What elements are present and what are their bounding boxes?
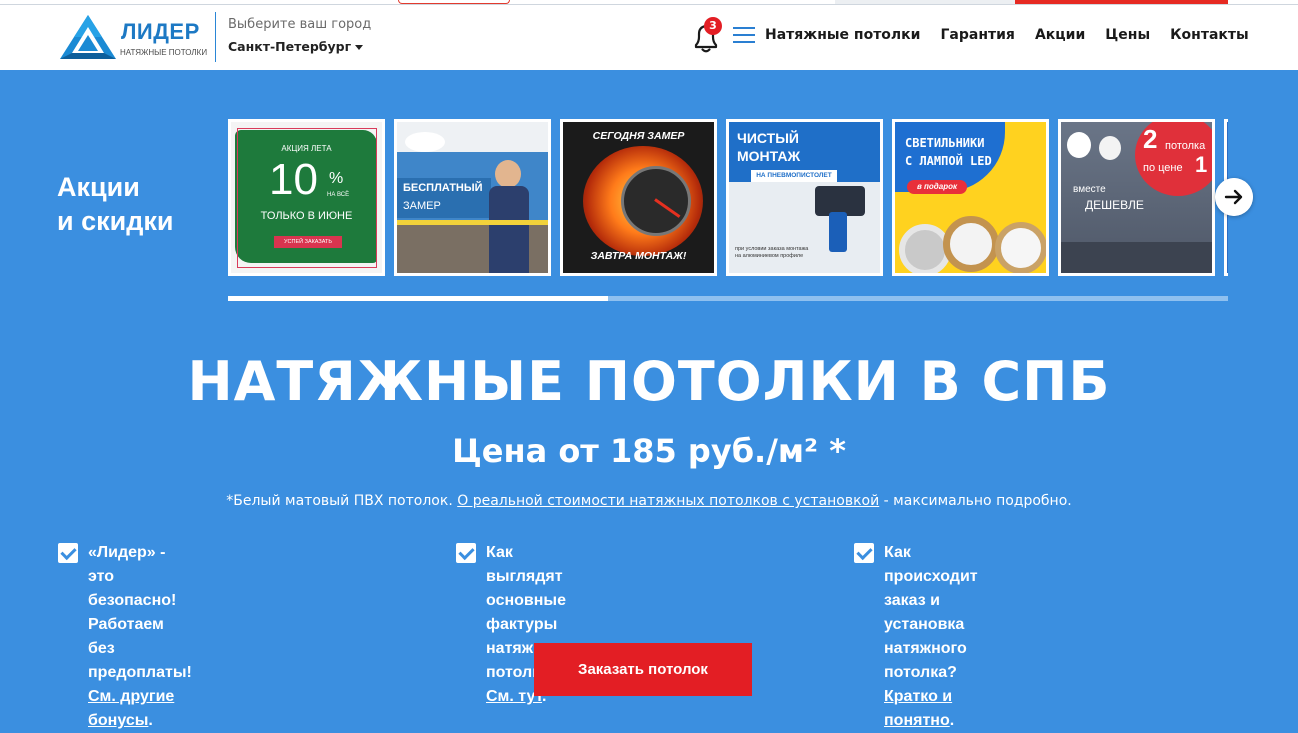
arrow-right-icon[interactable] bbox=[1215, 178, 1253, 216]
header-divider bbox=[215, 12, 216, 62]
promo-slide-clean-install[interactable]: ЧИСТЫЙ МОНТАЖ НА ПНЕВМОПИСТОЛЕТ при усло… bbox=[726, 119, 883, 276]
feature-text-line1: Как выглядят основные фактуры bbox=[486, 544, 566, 633]
slide1-middle-text: ТОЛЬКО В ИЮНЕ bbox=[260, 210, 353, 222]
promo-slide-two-for-one[interactable]: 2 потолка по цене 1 вместе ДЕШЕВЛЕ bbox=[1058, 119, 1215, 276]
feature-text-line1: «Лидер» - это безопасно! Работаем без bbox=[88, 544, 177, 657]
checkbox-checked-icon bbox=[456, 543, 476, 563]
promo-slide-measure-today[interactable]: СЕГОДНЯ ЗАМЕР ЗАВТРА МОНТАЖ! bbox=[560, 119, 717, 276]
top-tab-outline bbox=[398, 0, 510, 4]
caret-down-icon bbox=[355, 45, 364, 50]
slide1-percent: % bbox=[329, 170, 344, 187]
notification-badge: 3 bbox=[704, 17, 722, 35]
city-select[interactable]: Санкт-Петербург bbox=[228, 39, 364, 54]
feature-text-line2: натяжного потолка? bbox=[884, 640, 967, 681]
nav-item-promotions[interactable]: Акции bbox=[1035, 27, 1085, 43]
logo-name: ЛИДЕР bbox=[121, 19, 200, 44]
bonuses-link[interactable]: См. другие бонусы bbox=[88, 688, 174, 729]
slide4-line3: НА ПНЕВМОПИСТОЛЕТ bbox=[751, 170, 837, 182]
promo-title-line2: и скидки bbox=[57, 206, 174, 236]
nav-item-warranty[interactable]: Гарантия bbox=[941, 27, 1015, 43]
promo-slide-led-lamps[interactable]: СВЕТИЛЬНИКИ С ЛАМПОЙ LED в подарок bbox=[892, 119, 1049, 276]
logo[interactable]: ЛИДЕР НАТЯЖНЫЕ ПОТОЛКИ bbox=[58, 13, 208, 63]
nav-item-contacts[interactable]: Контакты bbox=[1170, 27, 1249, 43]
checkbox-checked-icon bbox=[58, 543, 78, 563]
slide6-line2: ДЕШЕВЛЕ bbox=[1085, 198, 1144, 212]
slide3-top-text: СЕГОДНЯ ЗАМЕР bbox=[592, 130, 685, 142]
slide5-line3: в подарок bbox=[907, 180, 967, 194]
slide6-word2: по цене bbox=[1143, 162, 1183, 174]
top-tab-grey bbox=[835, 0, 1015, 4]
slide3-bottom-text: ЗАВТРА МОНТАЖ! bbox=[590, 250, 687, 262]
price-note-suffix: - максимально подробно. bbox=[883, 493, 1072, 509]
promo-slide-free-measure[interactable]: БЕСПЛАТНЫЙ ЗАМЕР bbox=[394, 119, 551, 276]
nav-item-prices[interactable]: Цены bbox=[1105, 27, 1150, 43]
slide6-line1: вместе bbox=[1073, 184, 1106, 195]
main-nav: Натяжные потолки Гарантия Акции Цены Кон… bbox=[765, 27, 1249, 43]
feature-tail: . bbox=[148, 712, 153, 729]
site-header: ЛИДЕР НАТЯЖНЫЕ ПОТОЛКИ Выберите ваш горо… bbox=[0, 5, 1298, 70]
city-value: Санкт-Петербург bbox=[228, 39, 352, 54]
slide6-word1: потолка bbox=[1165, 140, 1206, 152]
logo-triangle-icon bbox=[60, 15, 116, 59]
slide5-line1: СВЕТИЛЬНИКИ bbox=[905, 136, 985, 150]
page-title: НАТЯЖНЫЕ ПОТОЛКИ В СПБ bbox=[187, 350, 1111, 413]
slide2-line1: БЕСПЛАТНЫЙ bbox=[403, 182, 483, 194]
nav-item-ceilings[interactable]: Натяжные потолки bbox=[765, 27, 921, 43]
checkbox-checked-icon bbox=[854, 543, 874, 563]
logo-subtitle: НАТЯЖНЫЕ ПОТОЛКИ bbox=[120, 48, 208, 57]
promo-slide-summer-sale[interactable]: АКЦИЯ ЛЕТА 10 % НА ВСЁ ТОЛЬКО В ИЮНЕ УСП… bbox=[228, 119, 385, 276]
slide1-top-text: АКЦИЯ ЛЕТА bbox=[281, 144, 332, 153]
slide6-big-number2: 1 bbox=[1195, 152, 1208, 177]
slider-progress-bar bbox=[228, 296, 1228, 301]
feature-text-line2: предоплаты! bbox=[88, 664, 192, 681]
slide4-line1: ЧИСТЫЙ bbox=[737, 130, 799, 146]
feature-tail: . bbox=[949, 712, 955, 729]
slide1-big-number: 10 bbox=[269, 155, 318, 204]
order-process-link[interactable]: Кратко и понятно bbox=[884, 688, 952, 729]
price-subtitle: Цена от 185 руб./м² * bbox=[452, 432, 846, 470]
price-note: *Белый матовый ПВХ потолок. О реальной с… bbox=[0, 493, 1298, 509]
price-details-link[interactable]: О реальной стоимости натяжных потолков с… bbox=[457, 493, 879, 509]
promo-title-line1: Акции bbox=[57, 172, 140, 202]
menu-icon[interactable] bbox=[733, 27, 755, 45]
slide6-big-number: 2 bbox=[1143, 124, 1158, 154]
slide1-small-text: НА ВСЁ bbox=[327, 192, 350, 198]
slide5-line2: С ЛАМПОЙ LED bbox=[905, 154, 992, 168]
promo-slider: АКЦИЯ ЛЕТА 10 % НА ВСЁ ТОЛЬКО В ИЮНЕ УСП… bbox=[228, 119, 1228, 276]
slider-progress-fill bbox=[228, 296, 608, 301]
city-label: Выберите ваш город bbox=[228, 17, 372, 32]
slide4-line2: МОНТАЖ bbox=[737, 148, 801, 164]
slide4-note: при условии заказа монтажа на алюминиево… bbox=[735, 246, 809, 259]
feature-text-line1: Как происходит заказ и установка bbox=[884, 544, 978, 633]
order-ceiling-button[interactable]: Заказать потолок bbox=[534, 643, 752, 696]
price-note-prefix: *Белый матовый ПВХ потолок. bbox=[226, 493, 453, 509]
slide2-line2: ЗАМЕР bbox=[403, 200, 441, 212]
promo-title: Акции и скидки bbox=[57, 170, 173, 238]
top-tab-red bbox=[1015, 0, 1228, 4]
slide1-button: УСПЕЙ ЗАКАЗАТЬ bbox=[274, 236, 342, 248]
